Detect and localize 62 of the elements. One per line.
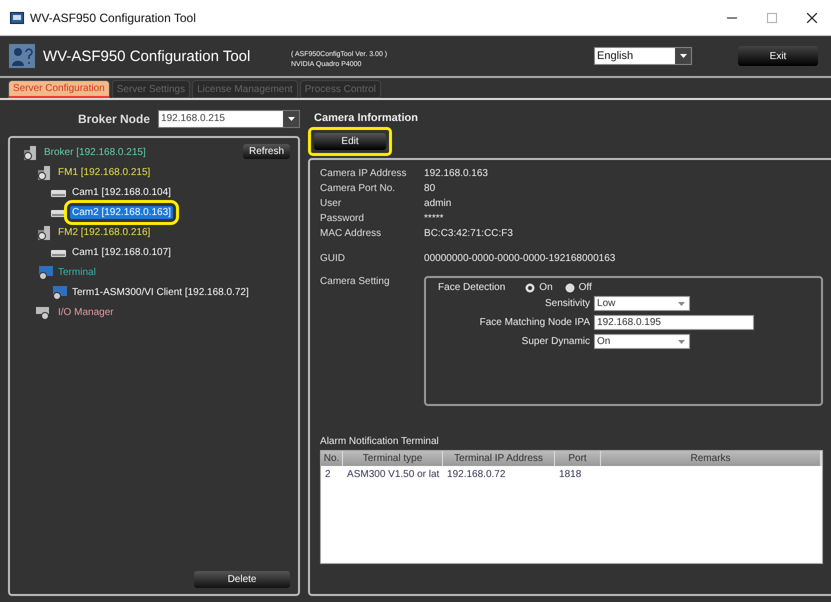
caret-icon bbox=[288, 117, 295, 121]
app-title: WV-ASF950 Configuration Tool bbox=[43, 48, 252, 64]
delete-button[interactable]: Delete bbox=[194, 571, 290, 588]
radio-button[interactable] bbox=[525, 282, 536, 292]
field-value: admin bbox=[424, 198, 452, 209]
field-label: User bbox=[320, 198, 342, 209]
tree-item[interactable]: Cam1 [192.168.0.104] bbox=[70, 186, 173, 199]
tree-item[interactable]: Term1-ASM300/VI Client [192.168.0.72] bbox=[70, 286, 251, 299]
column-header[interactable]: Remarks bbox=[601, 451, 822, 466]
language-dropdown[interactable]: English bbox=[594, 47, 692, 65]
table-cell-text: ASM300 V1.50 or lat bbox=[346, 469, 440, 480]
field-label: GUID bbox=[320, 253, 346, 264]
radio-button[interactable] bbox=[564, 282, 575, 292]
section-title: Camera Information bbox=[313, 111, 419, 126]
field-label: Super Dynamic bbox=[520, 336, 590, 347]
ip-input-field[interactable]: 192.168.0.195 bbox=[594, 315, 754, 330]
field-value: BC:C3:42:71:CC:F3 bbox=[424, 228, 514, 239]
tree-item[interactable]: FM1 [192.168.0.215] bbox=[56, 166, 152, 179]
tree-item[interactable]: FM2 [192.168.0.216] bbox=[56, 226, 152, 239]
table-cell-text: 1818 bbox=[558, 469, 582, 480]
caret-icon bbox=[678, 302, 686, 306]
field-label: Password bbox=[320, 213, 365, 224]
field-label: Sensitivity bbox=[544, 298, 590, 309]
tree-item[interactable]: I/O Manager bbox=[56, 306, 116, 319]
app-icon bbox=[10, 12, 24, 24]
radio-label: Off bbox=[578, 282, 592, 293]
tree-item[interactable]: Broker [192.168.0.215] bbox=[42, 146, 148, 159]
user-help-icon bbox=[9, 44, 35, 68]
caret-icon bbox=[680, 54, 686, 58]
field-label: Camera IP Address bbox=[320, 168, 408, 179]
table-cell-text: 2 bbox=[324, 469, 332, 480]
field-value: ***** bbox=[424, 213, 444, 224]
table-cell-text: 192.168.0.72 bbox=[446, 469, 506, 480]
tree-item[interactable]: Terminal bbox=[56, 266, 98, 279]
sensitivity-dropdown[interactable]: Low bbox=[594, 296, 690, 311]
broker-node-dropdown[interactable]: 192.168.0.215 bbox=[158, 110, 300, 128]
monitor-icon bbox=[36, 266, 54, 280]
column-header[interactable]: Port bbox=[555, 451, 602, 466]
tree-item[interactable]: Cam1 [192.168.0.107] bbox=[70, 246, 173, 259]
field-label: Camera Setting bbox=[320, 276, 391, 289]
broker-node-label: Broker Node bbox=[78, 112, 150, 126]
exit-button[interactable]: Exit bbox=[738, 46, 818, 66]
field-value: 00000000-0000-0000-0000-192168000163 bbox=[424, 253, 616, 264]
column-header[interactable]: Terminal IP Address bbox=[443, 451, 556, 466]
edit-button[interactable]: Edit bbox=[314, 133, 386, 150]
field-value: 80 bbox=[424, 183, 436, 194]
close-icon[interactable] bbox=[807, 12, 817, 22]
caret-icon bbox=[678, 340, 686, 344]
column-header[interactable]: Terminal type bbox=[343, 451, 444, 466]
super-dynamic-dropdown[interactable]: On bbox=[594, 334, 690, 349]
refresh-button[interactable]: Refresh bbox=[243, 144, 290, 159]
field-label: MAC Address bbox=[320, 228, 382, 239]
tree-item[interactable]: Cam2 [192.168.0.163] bbox=[70, 206, 173, 219]
field-value: 192.168.0.163 bbox=[424, 168, 489, 179]
field-label: Camera Port No. bbox=[320, 183, 396, 194]
field-label: Face Matching Node IPA bbox=[478, 317, 590, 328]
monitor-icon bbox=[50, 286, 68, 300]
radio-label: On bbox=[539, 282, 553, 293]
column-header[interactable]: No. bbox=[321, 451, 344, 466]
window-title: WV-ASF950 Configuration Tool bbox=[30, 10, 197, 24]
section-title: Alarm Notification Terminal bbox=[320, 435, 440, 449]
field-label: Face Detection bbox=[438, 282, 506, 293]
